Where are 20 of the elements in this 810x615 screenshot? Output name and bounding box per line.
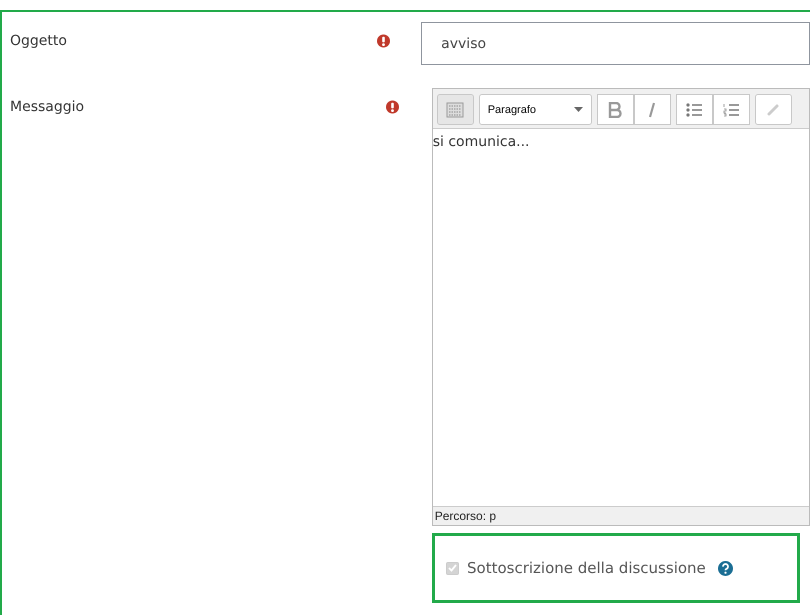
- path-status: Percorso: p: [432, 506, 810, 525]
- subject-field[interactable]: avviso: [421, 22, 810, 65]
- field-label: Oggetto: [10, 32, 68, 49]
- message-text: si comunica...: [432, 134, 530, 150]
- numbered-list-icon: [723, 102, 740, 116]
- field-label: Messaggio: [10, 98, 86, 115]
- italic-button[interactable]: [634, 94, 671, 125]
- italic-icon: [647, 102, 658, 118]
- message-editor[interactable]: si comunica...: [432, 129, 810, 506]
- toolbar-toggle-button[interactable]: [436, 94, 474, 125]
- numbered-list-button[interactable]: [712, 94, 750, 125]
- keyboard-icon: [446, 102, 464, 118]
- format-label: Paragrafo: [488, 104, 536, 116]
- bullet-list-button[interactable]: [676, 94, 713, 125]
- bold-button[interactable]: [596, 94, 634, 125]
- bold-icon: [608, 102, 622, 118]
- format-dropdown[interactable]: Paragrafo: [478, 94, 592, 125]
- caret-icon: [574, 107, 583, 112]
- subscription-label: Sottoscrizione della discussione: [467, 559, 706, 577]
- bullet-list-icon: [686, 102, 702, 116]
